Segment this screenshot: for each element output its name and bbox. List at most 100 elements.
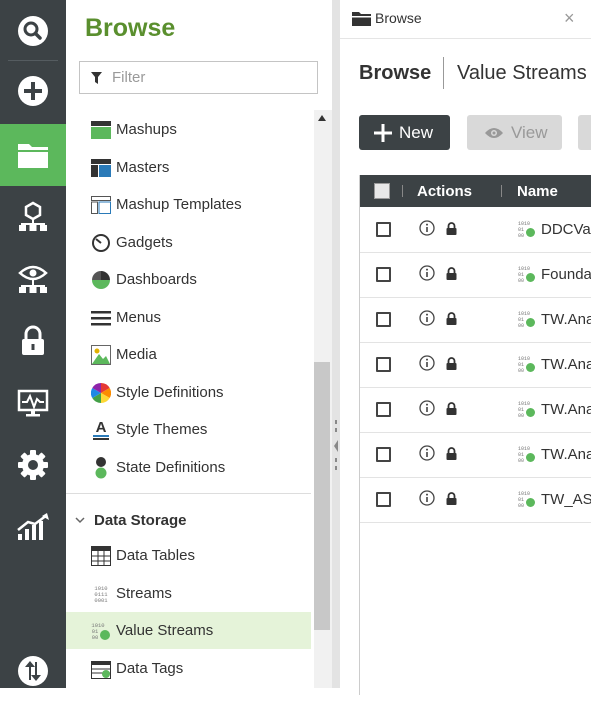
rail-security-button[interactable]: [0, 310, 66, 372]
row-name[interactable]: TW.Ana: [541, 401, 591, 418]
tab-browse[interactable]: Browse: [352, 10, 422, 26]
master-icon: [90, 157, 112, 179]
rail-monitor-button[interactable]: [0, 372, 66, 434]
browse-item-data-tables[interactable]: Data Tables: [66, 537, 311, 574]
browse-item-label: Gadgets: [116, 234, 173, 251]
folder-icon: [352, 11, 371, 26]
svg-text:A: A: [96, 419, 107, 436]
browse-item-label: Mashups: [116, 121, 177, 138]
table-row[interactable]: 1010 01 00 DDCVa: [360, 207, 591, 253]
browse-item-masters[interactable]: Masters: [66, 149, 311, 186]
rail-add-button[interactable]: [0, 60, 66, 122]
table-row[interactable]: 1010 01 00 TW.Ana: [360, 387, 591, 433]
row-name[interactable]: TW.Ana: [541, 311, 591, 328]
more-button[interactable]: [578, 115, 591, 150]
import-export-icon: [18, 656, 48, 686]
scrollbar-thumb[interactable]: [314, 362, 330, 630]
value-stream-icon: 10100100: [518, 266, 535, 283]
row-checkbox[interactable]: [376, 402, 391, 417]
row-name[interactable]: Founda: [541, 266, 591, 283]
splitter-grip-icon[interactable]: [333, 420, 339, 472]
view-button-label: View: [511, 122, 548, 142]
info-icon[interactable]: [419, 490, 435, 506]
lock-icon[interactable]: [446, 222, 457, 235]
filter-input[interactable]: [110, 68, 314, 87]
info-icon[interactable]: [419, 310, 435, 326]
row-checkbox[interactable]: [376, 447, 391, 462]
browse-item-mashup-templates[interactable]: Mashup Templates: [66, 186, 311, 223]
rail-analytics-button[interactable]: [0, 496, 66, 558]
lock-icon[interactable]: [446, 447, 457, 460]
info-icon[interactable]: [419, 400, 435, 416]
scroll-up-arrow-icon[interactable]: [317, 114, 327, 122]
select-all-checkbox[interactable]: [374, 183, 390, 199]
folder-icon: [18, 144, 48, 168]
value-stream-icon: 10100100: [518, 401, 535, 418]
rail-search-button[interactable]: [0, 0, 66, 62]
row-checkbox[interactable]: [376, 222, 391, 237]
browse-item-label: Style Themes: [116, 421, 208, 438]
browse-item-dashboards[interactable]: Dashboards: [66, 261, 311, 298]
info-icon[interactable]: [419, 445, 435, 461]
media-icon: [90, 344, 112, 366]
browse-item-media[interactable]: Media: [66, 336, 311, 373]
row-name[interactable]: TW.Ana: [541, 446, 591, 463]
tab-close-button[interactable]: ×: [564, 8, 575, 29]
lock-icon[interactable]: [446, 402, 457, 415]
info-icon[interactable]: [419, 265, 435, 281]
browse-item-style-themes[interactable]: A Style Themes: [66, 411, 311, 448]
lock-icon[interactable]: [446, 357, 457, 370]
rail-system-button[interactable]: [0, 434, 66, 496]
rail-monitoring-button[interactable]: [0, 248, 66, 310]
data-table-icon: [90, 545, 112, 567]
svg-text:00: 00: [518, 503, 524, 508]
info-icon[interactable]: [419, 355, 435, 371]
mashup-template-icon: [90, 194, 112, 216]
browse-item-gadgets[interactable]: Gadgets: [66, 224, 311, 261]
table-row[interactable]: 1010 01 00 TW.Ana: [360, 432, 591, 478]
row-checkbox[interactable]: [376, 357, 391, 372]
value-stream-icon: 10100100: [518, 311, 535, 328]
row-name[interactable]: DDCVa: [541, 221, 591, 238]
info-icon[interactable]: [419, 220, 435, 236]
panel-splitter[interactable]: [332, 0, 340, 688]
browse-item-menus[interactable]: Menus: [66, 299, 311, 336]
browse-item-mashups[interactable]: Mashups: [66, 111, 311, 148]
breadcrumb-root[interactable]: Browse: [359, 62, 431, 85]
rail-browse-button[interactable]: [0, 124, 66, 186]
gadget-icon: [90, 232, 112, 254]
row-name[interactable]: TW.Ana: [541, 356, 591, 373]
table-row[interactable]: 1010 01 00 TW_AS: [360, 477, 591, 523]
column-header-name[interactable]: Name: [517, 183, 558, 200]
row-checkbox[interactable]: [376, 267, 391, 282]
svg-text:00: 00: [92, 634, 99, 641]
browse-item-data-tags[interactable]: Data Tags: [66, 650, 311, 687]
breadcrumb-current: Value Streams: [457, 62, 587, 84]
rail-import-export-button[interactable]: [0, 640, 66, 702]
new-button[interactable]: New: [359, 115, 450, 150]
row-checkbox[interactable]: [376, 312, 391, 327]
browse-item-streams[interactable]: 1010 0111 0001 Streams: [66, 575, 311, 612]
analytics-icon: [17, 513, 49, 540]
value-stream-icon: 10100100: [518, 446, 535, 463]
browse-item-state-definitions[interactable]: State Definitions: [66, 449, 311, 486]
tab-label: Browse: [375, 10, 422, 26]
row-checkbox[interactable]: [376, 492, 391, 507]
rail-modeling-button[interactable]: [0, 186, 66, 248]
row-name[interactable]: TW_AS: [541, 491, 591, 508]
lock-icon[interactable]: [446, 492, 457, 505]
browse-item-value-streams[interactable]: 1010 01 00 Value Streams: [66, 612, 311, 649]
lock-icon[interactable]: [446, 312, 457, 325]
browse-item-style-definitions[interactable]: Style Definitions: [66, 374, 311, 411]
table-row[interactable]: 1010 01 00 TW.Ana: [360, 297, 591, 343]
filter-box[interactable]: [79, 61, 318, 94]
table-row[interactable]: 1010 01 00 TW.Ana: [360, 342, 591, 388]
state-definition-icon: [90, 456, 112, 479]
lock-icon[interactable]: [446, 267, 457, 280]
panel-title: Browse: [85, 14, 176, 42]
value-stream-icon: 10100100: [518, 356, 535, 373]
view-button[interactable]: View: [467, 115, 562, 150]
column-header-actions[interactable]: Actions: [417, 183, 472, 200]
table-row[interactable]: 1010 01 00 Founda: [360, 252, 591, 298]
svg-text:00: 00: [518, 413, 524, 418]
